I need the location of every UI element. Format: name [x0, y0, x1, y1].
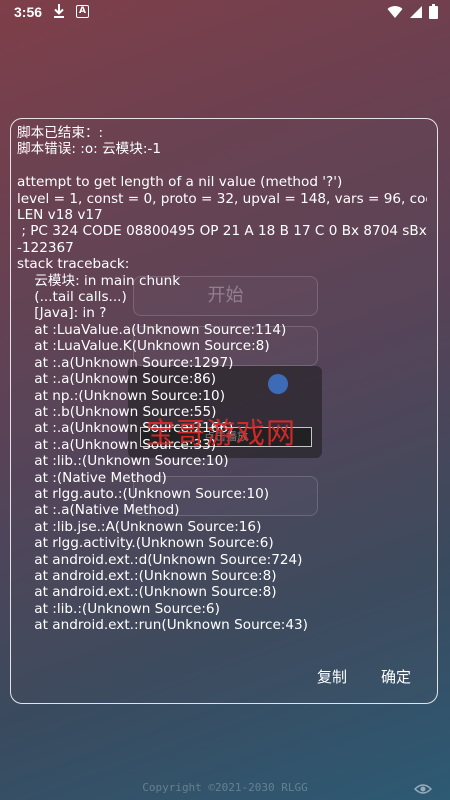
- screen: 3:56 A 开始 点击播放 脚本已结束：: 脚本错误: :o: 云模块:-1 …: [0, 0, 450, 800]
- log-line: at :LuaValue.a(Unknown Source:114): [17, 321, 287, 338]
- eye-icon[interactable]: [414, 783, 432, 795]
- log-line: at :LuaValue.K(Unknown Source:8): [17, 338, 270, 355]
- error-log: 脚本已结束：: 脚本错误: :o: 云模块:-1 attempt to get …: [17, 125, 427, 634]
- log-line: LEN v18 v17: [17, 207, 103, 224]
- log-line: 云模块: in main chunk: [17, 272, 181, 289]
- log-line: at :lib.jse.:A(Unknown Source:16): [17, 518, 262, 535]
- ok-button[interactable]: 确定: [381, 666, 411, 687]
- log-line: 脚本错误: :o: 云模块:-1: [17, 141, 161, 158]
- log-line: [Java]: in ?: [17, 305, 107, 322]
- status-icons: [387, 4, 438, 19]
- log-line: at rlgg.auto.:(Unknown Source:10): [17, 485, 270, 502]
- log-line: at android.ext.:run(Unknown Source:43): [17, 617, 308, 634]
- log-line: -122367: [17, 239, 74, 256]
- copy-button[interactable]: 复制: [317, 666, 347, 687]
- log-line: at android.ext.:(Unknown Source:8): [17, 567, 277, 584]
- log-line: at rlgg.activity.(Unknown Source:6): [17, 535, 274, 552]
- download-icon: [54, 4, 64, 18]
- error-dialog: 脚本已结束：: 脚本错误: :o: 云模块:-1 attempt to get …: [10, 118, 438, 704]
- log-line: at :.a(Unknown Source:86): [17, 371, 217, 388]
- signal-icon: [410, 5, 422, 18]
- log-line: at np.:(Unknown Source:10): [17, 387, 226, 404]
- log-line: ; PC 324 CODE 08800495 OP 21 A 18 B 17 C…: [17, 223, 427, 240]
- battery-icon: [429, 4, 438, 19]
- log-line: (...tail calls...): [17, 289, 127, 306]
- status-time: 3:56: [14, 4, 43, 20]
- log-line: at :.a(Unknown Source:2166): [17, 420, 234, 437]
- log-line: 脚本已结束：:: [17, 125, 104, 141]
- log-line: at :.a(Unknown Source:33): [17, 436, 217, 453]
- log-line: at :(Native Method): [17, 469, 167, 486]
- log-line: at :.a(Native Method): [17, 502, 180, 519]
- log-line: attempt to get length of a nil value (me…: [17, 174, 343, 191]
- log-line: stack traceback:: [17, 256, 130, 273]
- log-line: at :.b(Unknown Source:55): [17, 403, 217, 420]
- log-line: level = 1, const = 0, proto = 32, upval …: [17, 190, 427, 207]
- log-line: at :lib.:(Unknown Source:6): [17, 600, 220, 617]
- a-notification-icon: A: [76, 5, 89, 18]
- log-line: at android.ext.:(Unknown Source:8): [17, 584, 277, 601]
- wifi-icon: [387, 5, 403, 18]
- copyright-footer: Copyright ©2021-2030 RLGG: [142, 781, 308, 794]
- log-line: at :lib.:(Unknown Source:10): [17, 453, 229, 470]
- log-line: at android.ext.:d(Unknown Source:724): [17, 551, 303, 568]
- status-bar: 3:56 A: [0, 0, 450, 26]
- log-line: at :.a(Unknown Source:1297): [17, 354, 234, 371]
